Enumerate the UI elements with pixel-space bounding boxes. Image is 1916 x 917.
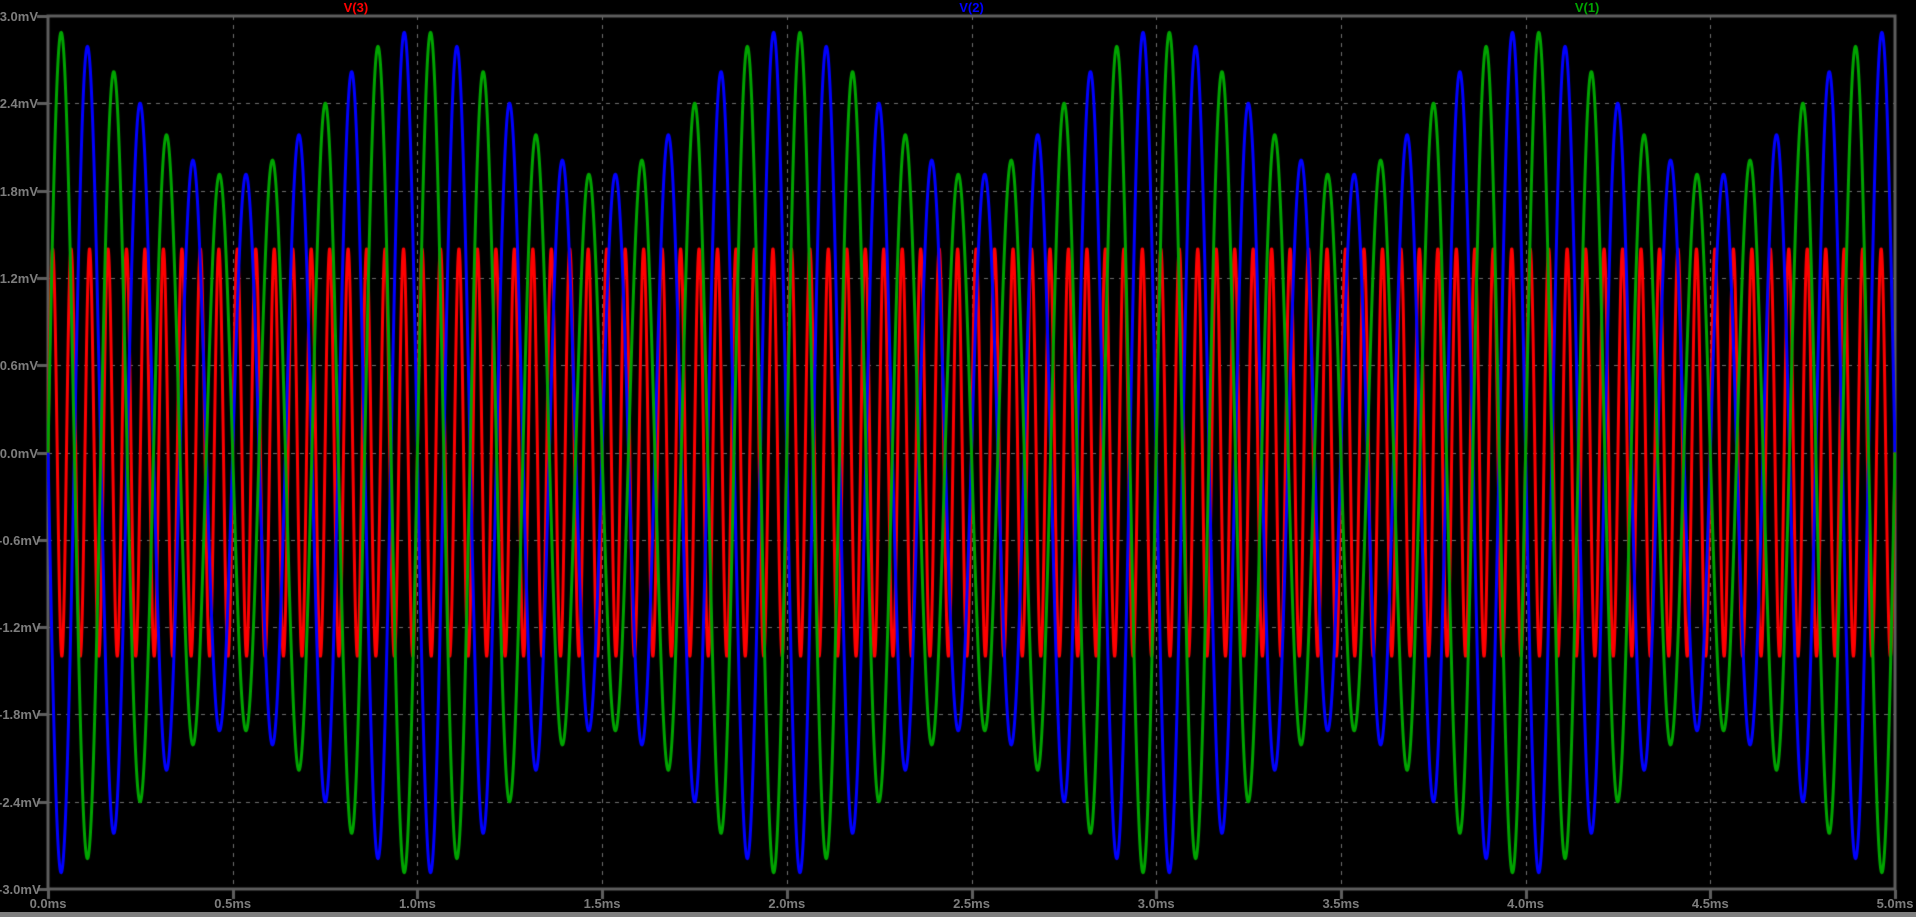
x-tick-label: 4.0ms <box>1507 896 1545 911</box>
x-tick-label: 1.0ms <box>398 896 436 911</box>
y-tick-label: -2.4mV <box>0 794 41 810</box>
x-tick-label: 4.5ms <box>1691 896 1729 911</box>
y-tick-label: -1.2mV <box>0 620 41 636</box>
y-tick-label: -3.0mV <box>0 882 41 897</box>
y-tick-label: 0.0mV <box>0 445 38 461</box>
y-tick-label: -1.8mV <box>0 707 41 723</box>
x-tick-label: 3.5ms <box>1322 896 1360 911</box>
x-tick-label: 2.5ms <box>953 896 990 911</box>
x-tick-label: 1.5ms <box>583 896 621 911</box>
y-tick-label: -0.6mV <box>0 532 41 548</box>
x-tick-label: 0.5ms <box>214 896 252 911</box>
y-tick-label: 1.2mV <box>0 270 38 286</box>
x-tick-label: 2.0ms <box>768 896 806 911</box>
y-tick-label: 2.4mV <box>0 96 38 112</box>
y-tick-label: 1.8mV <box>0 183 38 199</box>
window-bottom-border <box>0 912 1916 917</box>
y-tick-label: 3.0mV <box>0 9 38 24</box>
y-tick-label: 0.6mV <box>0 358 38 374</box>
waveform-viewer: V(3) V(2) V(1) 3.0mV 2.4mV 1.8mV 1.2mV 0.6mV… <box>0 0 1916 917</box>
x-tick-label: 0.0ms <box>29 896 67 911</box>
x-tick-label: 5.0ms <box>1876 896 1914 911</box>
trace-label-v3[interactable]: V(3) <box>316 0 396 15</box>
waveform-plot-canvas[interactable] <box>0 0 1916 912</box>
trace-label-v2[interactable]: V(2) <box>932 0 1012 15</box>
x-tick-label: 3.0ms <box>1137 896 1175 911</box>
trace-label-v1[interactable]: V(1) <box>1547 0 1627 15</box>
